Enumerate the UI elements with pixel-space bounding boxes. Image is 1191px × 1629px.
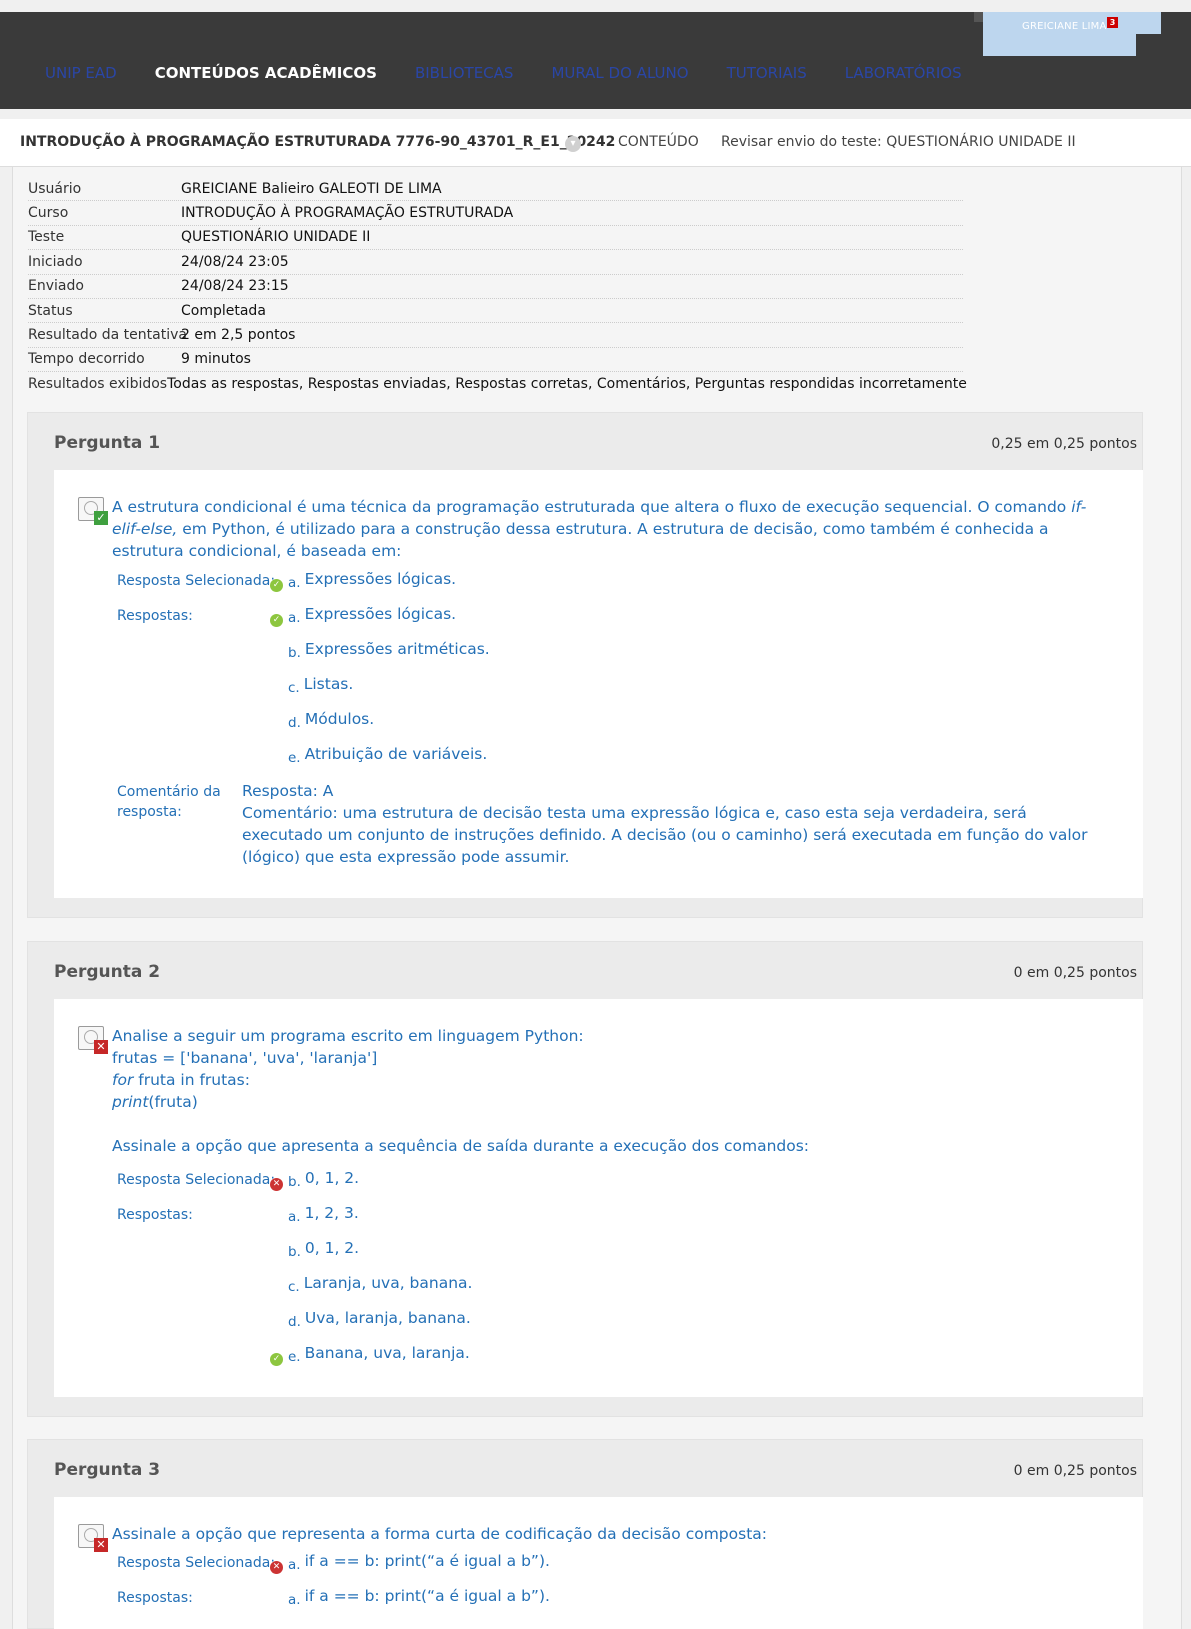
info-row: Curso INTRODUÇÃO À PROGRAMAÇÃO ESTRUTURAD… xyxy=(28,201,963,226)
nav-conteudos-academicos[interactable]: CONTEÚDOS ACADÊMICOS xyxy=(155,64,377,82)
check-icon: ✓ xyxy=(270,579,283,592)
answer-option: ✓ a. Expressões lógicas. xyxy=(270,605,456,627)
question-2: Pergunta 2 0 em 0,25 pontos ✕ Analise a … xyxy=(27,941,1143,1417)
info-label: Enviado xyxy=(28,278,84,295)
question-title: Pergunta 2 xyxy=(54,962,161,982)
question-title: Pergunta 1 xyxy=(54,433,161,453)
attempt-info-table: Usuário GREICIANE Balieiro GALEOTI DE LIM… xyxy=(28,177,967,397)
question-score: 0,25 em 0,25 pontos xyxy=(991,436,1137,452)
answer-option: b. 0, 1, 2. xyxy=(288,1239,360,1260)
info-row: Status Completada xyxy=(28,299,963,324)
info-row: Tempo decorrido 9 minutos xyxy=(28,348,963,373)
nav-bibliotecas[interactable]: BIBLIOTECAS xyxy=(415,64,514,82)
info-value: QUESTIONÁRIO UNIDADE II xyxy=(181,229,371,246)
answer-option: d. Uva, laranja, banana. xyxy=(288,1309,471,1330)
info-value: 24/08/24 23:15 xyxy=(181,278,289,295)
question-text: Assinale a opção que representa a forma … xyxy=(112,1525,767,1543)
info-label: Status xyxy=(28,302,73,319)
info-value: 2 em 2,5 pontos xyxy=(181,327,296,344)
user-name[interactable]: GREICIANE LIMA xyxy=(1022,21,1107,32)
selected-answer: ✕ a. if a == b: print(“a é igual a b”). xyxy=(270,1552,550,1574)
incorrect-answer-icon: ✕ xyxy=(78,1524,108,1552)
page-title: Revisar envio do teste: QUESTIONÁRIO UNI… xyxy=(721,134,1076,150)
info-value: GREICIANE Balieiro GALEOTI DE LIMA xyxy=(181,180,442,197)
info-label: Usuário xyxy=(28,180,82,197)
correct-answer-icon: ✓ xyxy=(78,497,108,525)
selected-answer-label: Resposta Selecionada: xyxy=(117,1172,276,1188)
breadcrumb: INTRODUÇÃO À PROGRAMAÇÃO ESTRUTURADA 777… xyxy=(0,119,1191,167)
answer-option: ✓ e. Banana, uva, laranja. xyxy=(270,1344,470,1366)
info-row: Teste QUESTIONÁRIO UNIDADE II xyxy=(28,226,963,251)
check-icon: ✓ xyxy=(270,614,283,627)
comment-label: Comentário da resposta: xyxy=(117,784,221,820)
question-3: Pergunta 3 0 em 0,25 pontos ✕ Assinale a… xyxy=(27,1439,1143,1629)
selected-answer: ✕ b. 0, 1, 2. xyxy=(270,1169,359,1191)
info-row: Iniciado 24/08/24 23:05 xyxy=(28,250,963,275)
question-1: Pergunta 1 0,25 em 0,25 pontos ✓ A estru… xyxy=(27,412,1143,918)
incorrect-answer-icon: ✕ xyxy=(78,1026,108,1054)
breadcrumb-content[interactable]: CONTEÚDO xyxy=(618,134,699,150)
info-label: Curso xyxy=(28,205,69,222)
selected-answer: ✓ a. Expressões lógicas. xyxy=(270,570,456,592)
question-body: ✕ Assinale a opção que representa a form… xyxy=(54,1497,1143,1629)
question-title: Pergunta 3 xyxy=(54,1460,161,1480)
nav-mural-do-aluno[interactable]: MURAL DO ALUNO xyxy=(551,64,688,82)
info-value: 24/08/24 23:05 xyxy=(181,253,289,270)
selected-answer-label: Resposta Selecionada: xyxy=(117,573,276,589)
answer-option: e. Atribuição de variáveis. xyxy=(288,745,488,766)
info-value: 9 minutos xyxy=(181,351,251,368)
check-icon: ✓ xyxy=(270,1353,283,1366)
info-label: Iniciado xyxy=(28,253,83,270)
user-menu-tab xyxy=(983,34,1136,56)
info-label: Resultados exibidos xyxy=(28,376,168,393)
answer-option: b. Expressões aritméticas. xyxy=(288,640,490,661)
info-label: Teste xyxy=(28,229,65,246)
info-row: Enviado 24/08/24 23:15 xyxy=(28,275,963,299)
info-value: Completada xyxy=(181,302,266,319)
answer-option: c. Listas. xyxy=(288,675,354,696)
top-navigation-bar: GREICIANE LIMA 3 UNIP EAD CONTEÚDOS ACAD… xyxy=(0,12,1191,109)
question-score: 0 em 0,25 pontos xyxy=(1013,965,1137,981)
answers-label: Respostas: xyxy=(117,608,193,624)
nav-unip-ead[interactable]: UNIP EAD xyxy=(45,64,117,82)
answer-comment: Resposta: A Comentário: uma estrutura de… xyxy=(242,782,1088,866)
question-body: ✕ Analise a seguir um programa escrito e… xyxy=(54,999,1143,1397)
question-text: Analise a seguir um programa escrito em … xyxy=(112,1027,810,1155)
main-nav: UNIP EAD CONTEÚDOS ACADÊMICOS BIBLIOTECA… xyxy=(45,58,1000,88)
notification-badge[interactable]: 3 xyxy=(1107,17,1118,28)
chevron-down-icon[interactable]: ▾ xyxy=(565,136,581,152)
question-body: ✓ A estrutura condicional é uma técnica … xyxy=(54,470,1143,898)
answer-option: d. Módulos. xyxy=(288,710,375,731)
question-text: A estrutura condicional é uma técnica da… xyxy=(112,498,1087,560)
error-icon: ✕ xyxy=(270,1178,283,1191)
answers-label: Respostas: xyxy=(117,1207,193,1223)
question-score: 0 em 0,25 pontos xyxy=(1013,1463,1137,1479)
info-value: Todas as respostas, Respostas enviadas, … xyxy=(167,376,967,393)
answer-option: c. Laranja, uva, banana. xyxy=(288,1274,473,1295)
breadcrumb-course[interactable]: INTRODUÇÃO À PROGRAMAÇÃO ESTRUTURADA 777… xyxy=(20,134,615,150)
nav-tutoriais[interactable]: TUTORIAIS xyxy=(727,64,807,82)
info-row: Usuário GREICIANE Balieiro GALEOTI DE LIM… xyxy=(28,177,963,202)
answer-option: a. 1, 2, 3. xyxy=(288,1204,359,1225)
error-icon: ✕ xyxy=(270,1561,283,1574)
answer-option: a. if a == b: print(“a é igual a b”). xyxy=(288,1587,550,1608)
info-value: INTRODUÇÃO À PROGRAMAÇÃO ESTRUTURADA xyxy=(181,205,514,222)
info-row: Resultado da tentativa 2 em 2,5 pontos xyxy=(28,323,963,348)
answers-label: Respostas: xyxy=(117,1590,193,1606)
info-row: Resultados exibidos Todas as respostas, R… xyxy=(28,372,967,396)
nav-laboratorios[interactable]: LABORATÓRIOS xyxy=(845,64,962,82)
info-label: Resultado da tentativa xyxy=(28,327,187,344)
selected-answer-label: Resposta Selecionada: xyxy=(117,1555,276,1571)
info-label: Tempo decorrido xyxy=(28,351,145,368)
